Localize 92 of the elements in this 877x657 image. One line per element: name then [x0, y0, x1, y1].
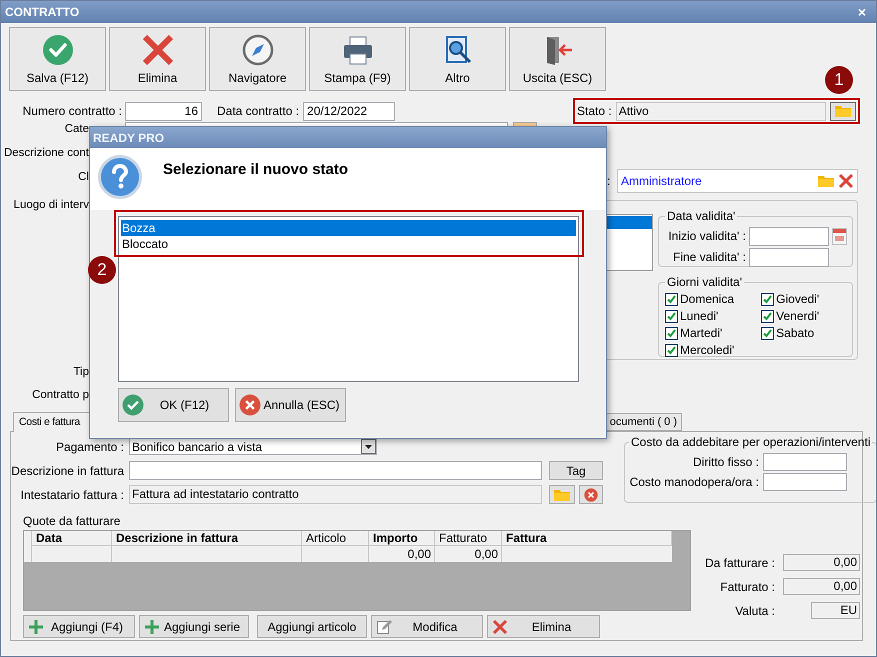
question-icon	[98, 155, 142, 199]
check-icon	[122, 394, 144, 416]
compass-icon	[240, 33, 274, 67]
input-field[interactable]: 16	[125, 102, 202, 120]
field-label: Cate	[64, 123, 89, 136]
field-label: Costo manodopera/ora :	[630, 475, 759, 489]
close-icon	[838, 173, 854, 189]
field-label: Contratto p	[32, 389, 89, 402]
folder-icon	[818, 175, 834, 187]
input-field[interactable]	[749, 226, 829, 246]
pencil-icon	[376, 618, 392, 634]
add-button[interactable]: Aggiungi articolo	[257, 615, 367, 638]
add-button[interactable]: Aggiungi (F4)	[23, 615, 135, 638]
readonly-field: 0,00	[783, 578, 860, 595]
input-field[interactable]	[749, 248, 829, 266]
check-icon	[40, 33, 74, 67]
checkbox[interactable]	[665, 326, 678, 340]
exit-button[interactable]: Uscita (ESC)	[509, 27, 606, 91]
field-label: Mercoledi'	[680, 342, 734, 359]
field-label: Numero contratto :	[22, 104, 122, 118]
remove-button[interactable]	[579, 485, 603, 504]
print-button[interactable]: Stampa (F9)	[309, 27, 406, 91]
checkbox[interactable]	[665, 310, 678, 322]
group-title: Costo da addebitare per operazioni/interventi	[630, 434, 872, 451]
field-label: Da fatturare :	[704, 556, 775, 570]
section-title: Quote da fatturare	[23, 514, 120, 528]
table-cell: 0,00	[369, 546, 435, 562]
field-label: Venerdi'	[776, 308, 820, 325]
checkbox[interactable]	[761, 292, 774, 306]
field-label: Lunedi'	[680, 308, 718, 325]
field-label: Fatturato :	[720, 580, 775, 594]
field-label: Intestatario fattura :	[20, 488, 124, 502]
folder-button[interactable]	[830, 102, 856, 120]
field-label: Stato :	[577, 103, 612, 120]
more-button[interactable]: Altro	[409, 27, 506, 91]
field-label: Sabato	[776, 325, 814, 342]
field-label: :	[607, 173, 612, 190]
input-field[interactable]	[763, 453, 847, 471]
close-icon	[140, 33, 174, 67]
window-title: CONTRATTO	[5, 4, 80, 21]
save-button[interactable]: Salva (F12)	[9, 27, 106, 91]
input-field[interactable]	[763, 473, 847, 491]
field-label: Descrizione in fattura	[11, 464, 124, 478]
dialog-title: READY PRO	[93, 130, 164, 146]
step-badge: 1	[825, 66, 853, 94]
add-button[interactable]: Aggiungi serie	[139, 615, 249, 638]
field-label: Giovedi'	[776, 291, 820, 308]
field-value: Amministratore	[621, 173, 703, 190]
field-label: Luogo di interv	[14, 199, 89, 212]
navigator-button[interactable]: Navigatore	[209, 27, 306, 91]
delete-button[interactable]: Elimina	[109, 27, 206, 91]
group-title: Giorni validita'	[666, 274, 743, 291]
plus-icon	[28, 618, 44, 634]
checkbox[interactable]	[665, 292, 678, 306]
checkbox[interactable]	[761, 310, 774, 322]
ok-button[interactable]: OK (F12)	[118, 388, 229, 422]
dialog-message: Selezionare il nuovo stato	[163, 160, 348, 177]
folder-icon	[554, 488, 570, 500]
input-field[interactable]: Amministratore	[617, 169, 858, 193]
checkbox[interactable]	[761, 326, 774, 340]
delete-button[interactable]: Elimina	[487, 615, 600, 638]
tag-button[interactable]: Tag	[549, 461, 603, 480]
field-label: Fine validita' :	[673, 250, 746, 264]
field-label: Martedi'	[680, 325, 722, 342]
cancel-icon	[239, 394, 261, 416]
field-label: Domenica	[680, 291, 734, 308]
readonly-field: EU	[811, 602, 860, 619]
checkbox[interactable]	[665, 344, 678, 356]
field-label: Diritto fisso :	[692, 455, 759, 469]
readonly-field: 0,00	[783, 554, 860, 571]
calendar-icon[interactable]	[832, 228, 847, 244]
folder-icon	[834, 105, 851, 117]
plus-icon	[144, 618, 160, 634]
input-field[interactable]	[129, 461, 542, 480]
input-field[interactable]: 20/12/2022	[303, 102, 396, 120]
cancel-button[interactable]: Annulla (ESC)	[235, 388, 346, 422]
list-item[interactable]: Bozza	[121, 220, 576, 236]
cancel-icon	[584, 488, 598, 502]
table-cell: 0,00	[435, 546, 502, 562]
group-title: Data validita'	[666, 208, 736, 225]
input-field[interactable]: Fattura ad intestatario contratto	[129, 485, 542, 504]
edit-button[interactable]: Modifica	[371, 615, 483, 638]
field-label: Data contratto :	[217, 103, 300, 120]
field-label: Valuta :	[735, 604, 775, 618]
field-label: Pagamento :	[56, 440, 124, 454]
field-label: Descrizione cont	[4, 147, 89, 160]
field-label: Tip	[73, 366, 89, 378]
input-field[interactable]: Attivo	[616, 102, 826, 120]
close-icon	[492, 618, 508, 634]
field-label: Inizio validita' :	[668, 229, 746, 243]
field-label: Cl	[78, 171, 89, 184]
dropdown[interactable]: Bonifico bancario a vista	[129, 438, 377, 455]
